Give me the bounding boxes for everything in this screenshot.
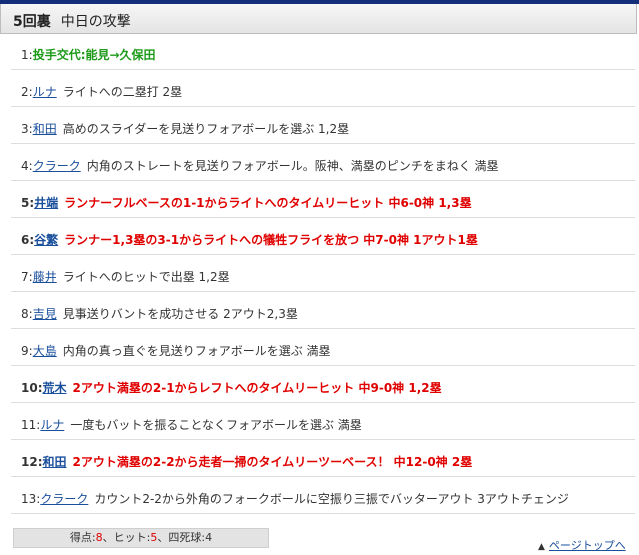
play-row: 12:和田 2アウト満塁の2-2から走者一掃のタイムリーツーベース！ 中12-0神… (11, 441, 635, 477)
play-number: 2: (21, 85, 33, 99)
play-row: 6:谷繁 ランナー1,3塁の3-1からライトへの犠牲フライを放つ 中7-0神 1ア… (11, 219, 635, 255)
play-description: 内角の真っ直ぐを見送りフォアボールを選ぶ 満塁 (62, 344, 331, 358)
play-description: 2アウト満塁の2-1からレフトへのタイムリーヒット 中9-0神 1,2塁 (72, 381, 442, 395)
play-description: 見事送りバントを成功させる 2アウト2,3塁 (62, 307, 298, 321)
player-link[interactable]: クラーク (40, 492, 88, 506)
play-description: 投手交代:能見→久保田 (32, 48, 156, 62)
inning-header: 5回裏 中日の攻撃 (0, 4, 637, 34)
play-description: 一度もバットを振ることなくフォアボールを選ぶ 満塁 (70, 418, 362, 432)
inning-label: 5回裏 (13, 14, 51, 30)
play-row: 13:クラーク カウント2-2から外角のフォークボールに空振り三振でバッターアウト… (11, 478, 635, 514)
walks-value: 4 (205, 531, 213, 544)
play-content: 1:投手交代:能見→久保田 (21, 46, 156, 63)
play-description: 高めのスライダーを見送りフォアボールを選ぶ 1,2塁 (62, 122, 350, 136)
team-attack-label: 中日の攻撃 (60, 14, 131, 30)
player-link[interactable]: 荒木 (43, 381, 67, 395)
player-link[interactable]: 吉見 (33, 307, 57, 321)
play-by-play-list: 1:投手交代:能見→久保田 2:ルナ ライトへの二塁打 2塁 3:和田 高めのスライダー… (11, 34, 635, 516)
player-link[interactable]: 和田 (33, 122, 57, 136)
play-row: 3:和田 高めのスライダーを見送りフォアボールを選ぶ 1,2塁 (11, 108, 635, 144)
play-description: 2アウト満塁の2-2から走者一掃のタイムリーツーベース！ 中12-0神 2塁 (72, 455, 473, 469)
player-link[interactable]: 大島 (33, 344, 57, 358)
player-link[interactable]: 和田 (43, 455, 67, 469)
play-content: 5:井端 ランナーフルベースの1-1からライトへのタイムリーヒット 中6-0神 1… (21, 194, 472, 211)
play-row: 9:大島 内角の真っ直ぐを見送りフォアボールを選ぶ 満塁 (11, 330, 635, 366)
play-row: 2:ルナ ライトへの二塁打 2塁 (11, 71, 635, 107)
play-number: 13: (21, 492, 41, 506)
play-number: 6: (21, 233, 35, 247)
up-arrow-icon: ▲ (538, 542, 545, 552)
play-number: 1: (21, 48, 33, 62)
player-link[interactable]: クラーク (33, 159, 81, 173)
walks-label: 、四死球: (157, 531, 206, 544)
play-row: 7:藤井 ライトへのヒットで出塁 1,2塁 (11, 256, 635, 292)
page-top-link[interactable]: ▲ ページトップへ (538, 537, 626, 553)
play-row: 8:吉見 見事送りバントを成功させる 2アウト2,3塁 (11, 293, 635, 329)
play-number: 8: (21, 307, 33, 321)
play-number: 10: (21, 381, 43, 395)
play-number: 7: (21, 270, 33, 284)
page-top-label[interactable]: ページトップへ (549, 539, 626, 552)
play-content: 3:和田 高めのスライダーを見送りフォアボールを選ぶ 1,2塁 (21, 120, 349, 137)
player-link[interactable]: ルナ (40, 418, 64, 432)
play-content: 9:大島 内角の真っ直ぐを見送りフォアボールを選ぶ 満塁 (21, 342, 331, 359)
play-number: 4: (21, 159, 33, 173)
play-row: 1:投手交代:能見→久保田 (11, 34, 635, 70)
player-link[interactable]: ルナ (33, 85, 57, 99)
play-description: ライトへの二塁打 2塁 (62, 85, 183, 99)
player-link[interactable]: 井端 (34, 196, 58, 210)
play-content: 7:藤井 ライトへのヒットで出塁 1,2塁 (21, 268, 230, 285)
play-number: 5: (21, 196, 35, 210)
play-description: ランナーフルベースの1-1からライトへのタイムリーヒット 中6-0神 1,3塁 (64, 196, 472, 210)
play-number: 3: (21, 122, 33, 136)
player-link[interactable]: 藤井 (33, 270, 57, 284)
play-content: 10:荒木 2アウト満塁の2-1からレフトへのタイムリーヒット 中9-0神 1,2… (21, 379, 442, 396)
play-description: ライトへのヒットで出塁 1,2塁 (62, 270, 230, 284)
runs-label: 得点: (69, 531, 96, 544)
play-row: 10:荒木 2アウト満塁の2-1からレフトへのタイムリーヒット 中9-0神 1,2… (11, 367, 635, 403)
inning-title: 5回裏 中日の攻撃 (13, 11, 131, 31)
play-row: 5:井端 ランナーフルベースの1-1からライトへのタイムリーヒット 中6-0神 1… (11, 182, 635, 218)
play-description: 内角のストレートを見送りフォアボール。阪神、満塁のピンチをまねく 満塁 (86, 159, 499, 173)
play-number: 12: (21, 455, 43, 469)
play-number: 9: (21, 344, 33, 358)
play-content: 4:クラーク 内角のストレートを見送りフォアボール。阪神、満塁のピンチをまねく 満… (21, 157, 499, 174)
runs-value: 8 (95, 531, 103, 544)
inning-summary: 得点:8、ヒット:5、四死球:4 (13, 528, 269, 548)
play-content: 2:ルナ ライトへの二塁打 2塁 (21, 83, 182, 100)
hits-label: 、ヒット: (102, 531, 151, 544)
play-row: 11:ルナ 一度もバットを振ることなくフォアボールを選ぶ 満塁 (11, 404, 635, 440)
play-content: 6:谷繁 ランナー1,3塁の3-1からライトへの犠牲フライを放つ 中7-0神 1ア… (21, 231, 478, 248)
play-content: 13:クラーク カウント2-2から外角のフォークボールに空振り三振でバッターアウト… (21, 490, 569, 507)
play-content: 8:吉見 見事送りバントを成功させる 2アウト2,3塁 (21, 305, 298, 322)
play-content: 11:ルナ 一度もバットを振ることなくフォアボールを選ぶ 満塁 (21, 416, 362, 433)
play-description: ランナー1,3塁の3-1からライトへの犠牲フライを放つ 中7-0神 1アウト1塁 (64, 233, 478, 247)
play-row: 4:クラーク 内角のストレートを見送りフォアボール。阪神、満塁のピンチをまねく 満… (11, 145, 635, 181)
play-number: 11: (21, 418, 41, 432)
play-content: 12:和田 2アウト満塁の2-2から走者一掃のタイムリーツーベース！ 中12-0神… (21, 453, 472, 470)
play-description: カウント2-2から外角のフォークボールに空振り三振でバッターアウト 3アウトチェ… (94, 492, 569, 506)
player-link[interactable]: 谷繁 (34, 233, 58, 247)
